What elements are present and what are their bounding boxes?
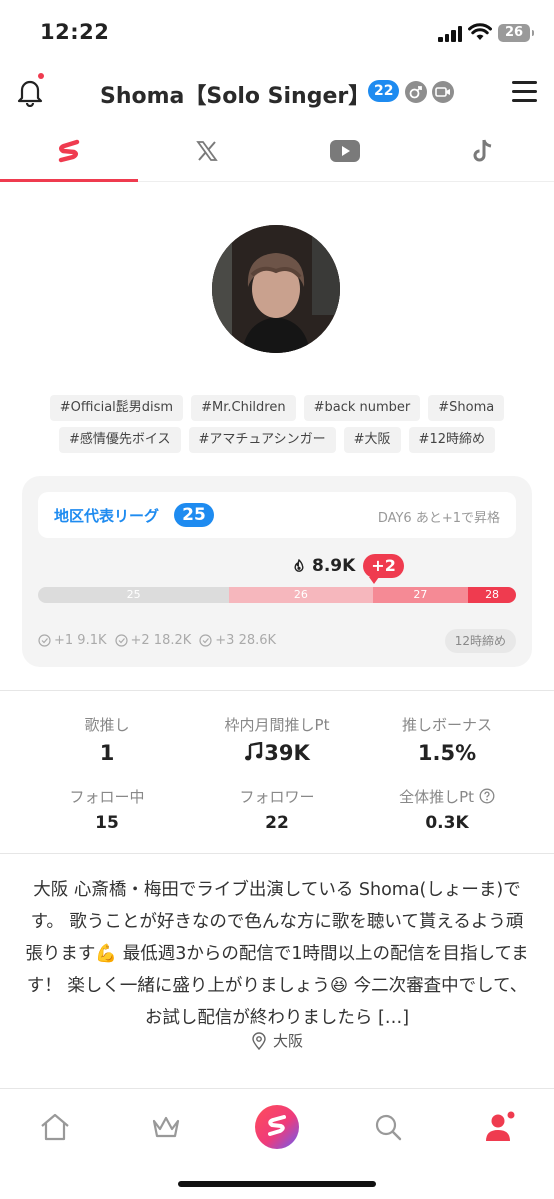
location: 大阪 [0, 1030, 554, 1051]
location-label: 大阪 [272, 1032, 303, 1050]
league-segment: 26 [229, 587, 373, 603]
tag-chip[interactable]: #感情優先ボイス [59, 427, 181, 453]
tiktok-icon [473, 139, 492, 162]
nav-search[interactable] [358, 1105, 418, 1149]
monthly-pt-value: 39K [264, 741, 310, 765]
tag-chip[interactable]: #12時締め [408, 427, 495, 453]
page-title: Shoma【Solo Singer】 [100, 84, 371, 109]
league-segment: 25 [38, 587, 230, 603]
stat-label-wrap: 全体推しPt [362, 786, 532, 807]
stat-label: 全体推しPt [399, 788, 475, 806]
stat-label: 推しボーナス [401, 716, 492, 734]
status-time: 12:22 [40, 20, 110, 44]
stat-label: 枠内月間推しPt [224, 716, 330, 734]
tab-x[interactable] [138, 120, 276, 182]
tag-list: #Official髭男dism #Mr.Children #back numbe… [30, 395, 524, 459]
stat-uta-oshi[interactable]: 歌推し 1 [22, 714, 192, 765]
milestone-item: +3 28.6K [199, 633, 276, 648]
tab-tiktok[interactable] [414, 120, 552, 182]
app-logo-icon [58, 139, 80, 163]
profile-header: Shoma【Solo Singer】 22 [0, 64, 554, 120]
stat-monthly-pt[interactable]: 枠内月間推しPt 39K [192, 714, 362, 765]
video-icon [432, 81, 454, 103]
tag-chip[interactable]: #Mr.Children [191, 395, 296, 421]
nav-ranking[interactable] [136, 1105, 196, 1149]
active-tab-indicator [0, 179, 138, 182]
milestone-item: +2 18.2K [114, 633, 192, 648]
stat-label: フォロー中 [69, 788, 145, 806]
stat-bonus[interactable]: 推しボーナス 1.5% [362, 714, 532, 765]
stat-value: 22 [265, 813, 289, 833]
level-badge: 22 [368, 80, 400, 102]
league-status: DAY6 あと+1で昇格 [377, 511, 500, 526]
milestone-label: +2 18.2K [130, 633, 192, 648]
tag-chip[interactable]: #Official髭男dism [49, 395, 184, 421]
stat-label: フォロワー [239, 788, 315, 806]
male-gender-icon [405, 81, 427, 103]
league-card[interactable]: 地区代表リーグ 25 DAY6 あと+1で昇格 8.9K +2 25 26 27 28… [22, 476, 532, 667]
nav-live[interactable] [247, 1105, 307, 1149]
home-indicator [178, 1181, 376, 1187]
fire-icon [294, 559, 304, 572]
avatar [212, 225, 340, 353]
battery-icon: 26 [498, 24, 534, 42]
stat-value: 1.5% [417, 741, 477, 765]
milestone-item: +1 9.1K [38, 633, 107, 648]
bio-text[interactable]: 大阪 心斎橋・梅田でライブ出演している Shoma(しょーま)です。 歌うことが… [22, 874, 532, 1034]
x-icon [196, 141, 218, 161]
league-points: 8.9K +2 [292, 554, 404, 584]
league-segment: 28 [468, 587, 516, 603]
deadline-chip: 12時締め [444, 629, 516, 653]
tab-youtube[interactable] [276, 120, 414, 182]
league-progress-bar: 25 26 27 28 [38, 587, 516, 603]
stat-value-wrap: 39K [192, 741, 362, 765]
stat-followers[interactable]: フォロワー 22 [192, 786, 362, 833]
stat-value: 0.3K [425, 813, 469, 833]
points-value: 8.9K [312, 556, 356, 576]
bell-icon[interactable] [16, 77, 44, 107]
profile-icon [486, 1111, 515, 1141]
nav-home[interactable] [25, 1105, 85, 1149]
location-pin-icon [252, 1031, 266, 1050]
milestone-label: +1 9.1K [54, 633, 107, 648]
tab-app[interactable] [0, 120, 138, 182]
league-rank-badge: 25 [174, 503, 214, 527]
help-icon[interactable] [479, 788, 495, 804]
divider [0, 853, 554, 854]
milestone-list: +1 9.1K +2 18.2K +3 28.6K [38, 633, 276, 648]
tag-row: #感情優先ボイス #アマチュアシンガー #大阪 #12時締め [30, 427, 524, 453]
menu-icon[interactable] [512, 81, 537, 103]
tag-chip[interactable]: #Shoma [428, 395, 505, 421]
tag-row: #Official髭男dism #Mr.Children #back numbe… [30, 395, 524, 421]
divider [0, 690, 554, 691]
stat-value: 1 [99, 741, 115, 765]
tag-chip[interactable]: #アマチュアシンガー [188, 427, 336, 453]
league-segment: 27 [372, 587, 469, 603]
status-bar: 12:22 26 [0, 0, 554, 64]
stat-following[interactable]: フォロー中 15 [22, 786, 192, 833]
tag-chip[interactable]: #大阪 [343, 427, 401, 453]
stat-total-pt[interactable]: 全体推しPt 0.3K [362, 786, 532, 833]
check-circle-icon [199, 634, 212, 647]
search-icon [375, 1114, 402, 1141]
youtube-icon [330, 140, 360, 162]
league-header[interactable]: 地区代表リーグ 25 DAY6 あと+1で昇格 [38, 492, 516, 538]
sns-tabs [0, 120, 554, 182]
league-title: 地区代表リーグ [54, 507, 160, 525]
notification-dot [38, 73, 44, 79]
wifi-icon [468, 23, 492, 40]
check-circle-icon [114, 634, 128, 647]
milestone-label: +3 28.6K [215, 633, 277, 648]
music-note-icon [245, 741, 263, 761]
stat-value: 15 [95, 813, 119, 833]
stat-label: 歌推し [84, 716, 130, 734]
nav-profile[interactable] [469, 1105, 529, 1149]
signal-icon [438, 26, 464, 42]
rank-change-badge: +2 [363, 554, 404, 584]
crown-icon [152, 1116, 180, 1138]
home-icon [41, 1113, 69, 1141]
tag-chip[interactable]: #back number [303, 395, 421, 421]
check-circle-icon [38, 634, 51, 647]
app-logo-icon [255, 1105, 299, 1149]
